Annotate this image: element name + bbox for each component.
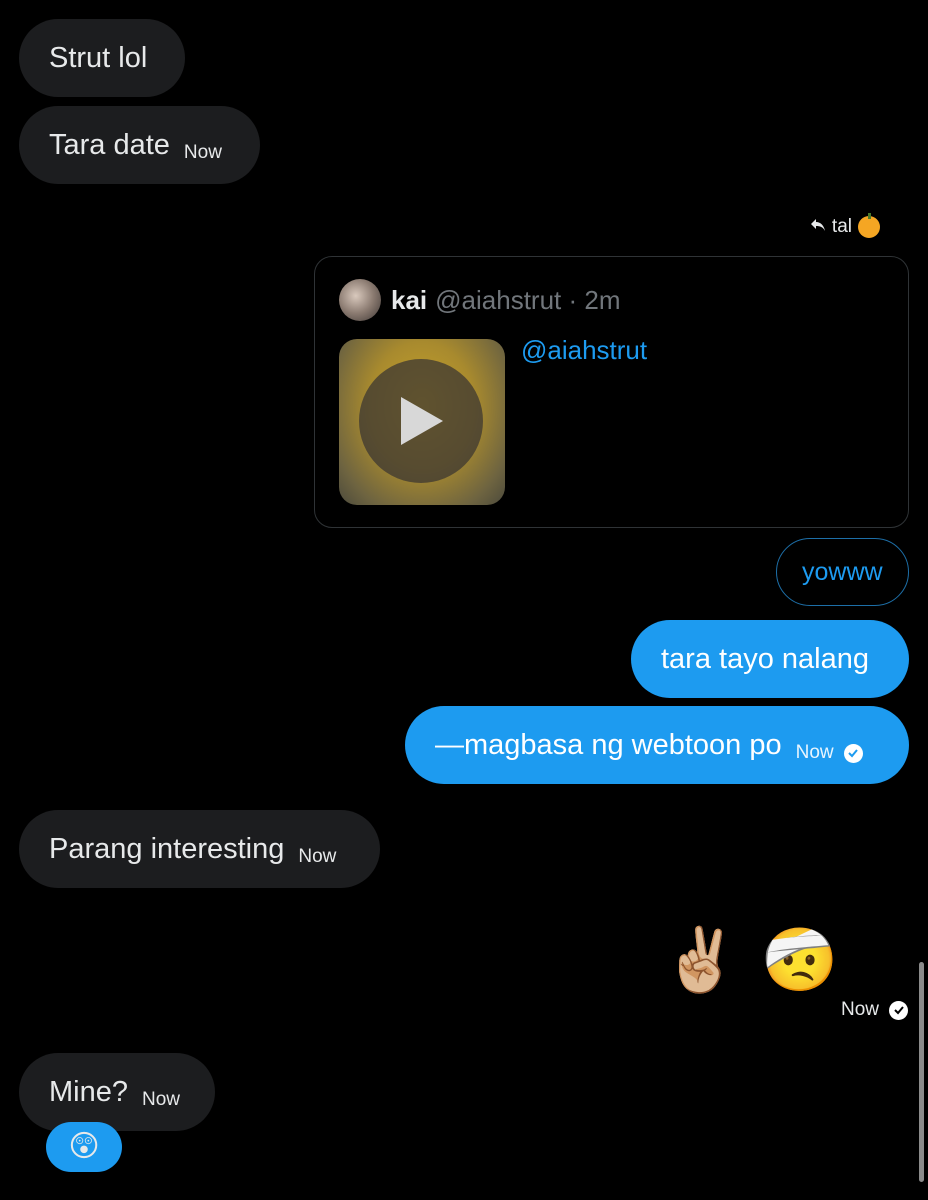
message-text: Mine?: [49, 1075, 128, 1108]
message-timestamp: Now: [183, 142, 222, 163]
emoji-message-status: Now: [841, 999, 908, 1021]
post-mention-link[interactable]: @aiahstrut: [521, 335, 647, 366]
message-text: —magbasa ng webtoon po: [435, 728, 782, 761]
post-header: kai @aiahstrut · 2m: [339, 279, 621, 321]
message-timestamp: Now: [795, 742, 834, 763]
message-bubble-incoming[interactable]: Mine? Now: [19, 1053, 215, 1131]
check-circle-icon: [843, 743, 863, 763]
message-text: Parang interesting: [49, 832, 285, 865]
reply-to-name: tal: [831, 216, 852, 237]
check-circle-icon: [889, 1000, 908, 1020]
pumpkin-icon: [858, 213, 880, 238]
reply-arrow-icon: [810, 216, 826, 238]
message-bubble-outgoing[interactable]: —magbasa ng webtoon po Now: [405, 706, 909, 784]
message-text: yowww: [802, 557, 883, 586]
message-timestamp: Now: [840, 999, 879, 1020]
emoji-message[interactable]: ✌🏼 🤕: [662, 930, 838, 992]
message-reaction[interactable]: 😲: [46, 1122, 122, 1172]
message-bubble-outgoing-reply[interactable]: yowww: [776, 538, 909, 606]
post-author-name: kai: [391, 284, 428, 315]
bandaged-face-emoji: 🤕: [761, 926, 839, 995]
video-thumbnail[interactable]: [339, 339, 505, 505]
message-bubble-outgoing[interactable]: tara tayo nalang: [631, 620, 909, 698]
message-timestamp: Now: [142, 1089, 181, 1110]
scrollbar[interactable]: [919, 962, 924, 1182]
play-icon[interactable]: [359, 359, 483, 483]
message-bubble-incoming[interactable]: Tara date Now: [19, 106, 260, 184]
message-timestamp: Now: [298, 846, 337, 867]
shared-post-card[interactable]: kai @aiahstrut · 2m @aiahstrut: [314, 256, 909, 528]
message-text: Strut lol: [49, 41, 148, 74]
avatar[interactable]: [339, 279, 381, 321]
post-author-handle: @aiahstrut · 2m: [435, 284, 621, 315]
message-bubble-incoming[interactable]: Strut lol: [19, 19, 185, 97]
reply-indicator: tal: [810, 213, 880, 238]
victory-hand-emoji: ✌🏼: [662, 926, 740, 995]
message-text: Tara date: [49, 128, 170, 161]
astonished-face-emoji: 😲: [68, 1130, 100, 1163]
message-text: tara tayo nalang: [661, 642, 869, 675]
message-bubble-incoming[interactable]: Parang interesting Now: [19, 810, 380, 888]
